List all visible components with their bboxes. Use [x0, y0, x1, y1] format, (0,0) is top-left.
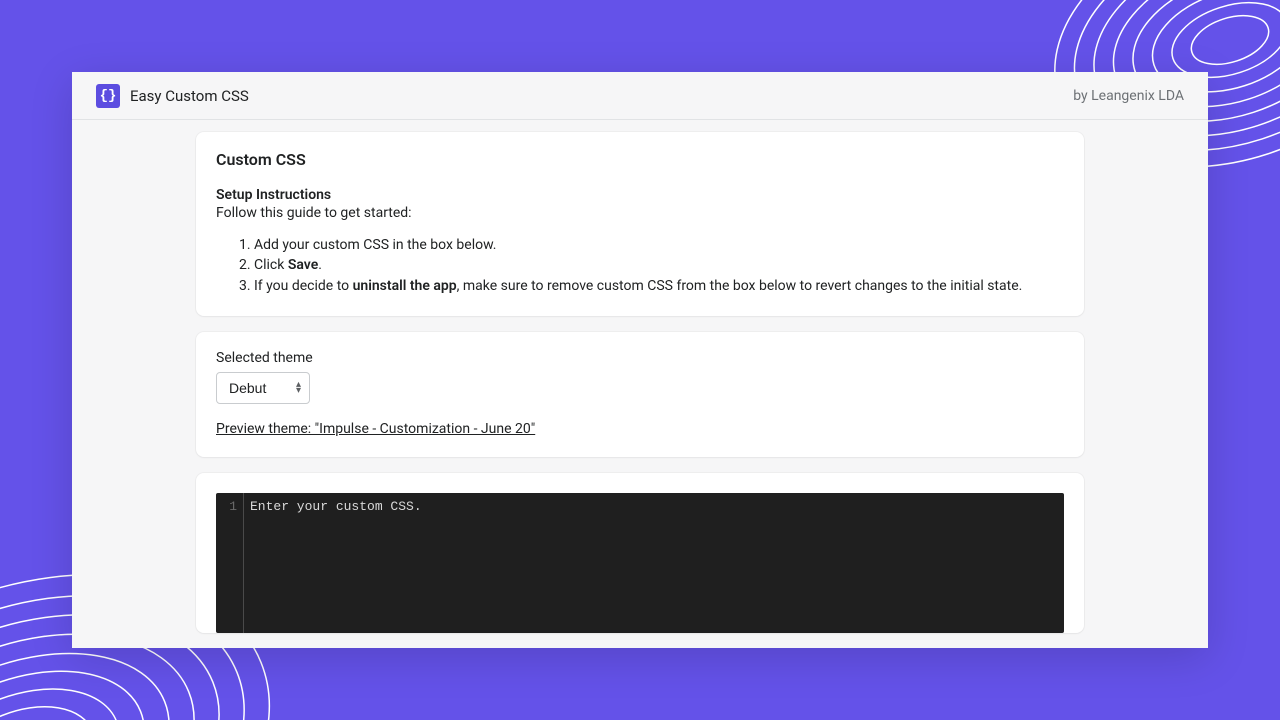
content-area: Custom CSS Setup Instructions Follow thi… — [72, 120, 1208, 633]
header-bar: {} Easy Custom CSS by Leangenix LDA — [72, 72, 1208, 120]
byline: by Leangenix LDA — [1073, 88, 1184, 104]
app-title: Easy Custom CSS — [130, 87, 249, 105]
card-title: Custom CSS — [216, 150, 1064, 169]
css-textarea[interactable] — [244, 493, 1064, 633]
steps-list: Add your custom CSS in the box below. Cl… — [216, 235, 1064, 296]
instructions-card: Custom CSS Setup Instructions Follow thi… — [196, 132, 1084, 316]
theme-card: Selected theme Debut ▴▾ Preview theme: "… — [196, 332, 1084, 457]
step-2: Click Save. — [254, 255, 1064, 275]
code-editor: 1 — [216, 493, 1064, 633]
app-logo-icon: {} — [96, 84, 120, 108]
setup-follow-text: Follow this guide to get started: — [216, 205, 1064, 221]
app-window: {} Easy Custom CSS by Leangenix LDA Cust… — [72, 72, 1208, 648]
line-gutter: 1 — [216, 493, 244, 633]
step-1: Add your custom CSS in the box below. — [254, 235, 1064, 255]
setup-subtitle: Setup Instructions — [216, 187, 1064, 203]
preview-theme-link[interactable]: Preview theme: "Impulse - Customization … — [216, 421, 535, 437]
theme-label: Selected theme — [216, 350, 1064, 366]
editor-card: 1 — [196, 473, 1084, 633]
theme-select[interactable]: Debut — [216, 372, 310, 404]
step-3: If you decide to uninstall the app, make… — [254, 276, 1064, 296]
